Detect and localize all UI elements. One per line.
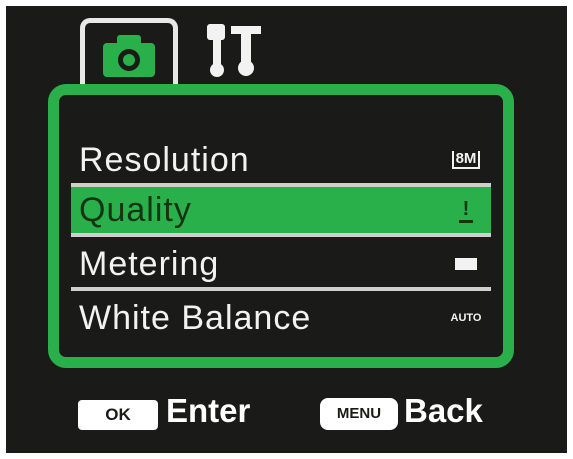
menu-panel: Resolution 8M Quality ! Metering White B… — [48, 84, 514, 368]
enter-hint: Enter — [166, 392, 251, 429]
tab-settings[interactable] — [201, 20, 271, 90]
menu-item-white-balance[interactable]: White Balance AUTO — [71, 293, 491, 343]
back-hint: Back — [404, 392, 483, 429]
menu-item-label: Quality — [79, 190, 192, 229]
camera-icon — [103, 35, 155, 77]
white-balance-auto-icon: AUTO — [450, 312, 482, 324]
settings-wrench-icon — [207, 24, 261, 77]
resolution-8m-icon: 8M — [441, 143, 491, 177]
camera-menu-screen: Resolution 8M Quality ! Metering White B… — [6, 6, 567, 453]
quality-fine-icon: ! — [441, 193, 491, 227]
menu-item-label: Resolution — [79, 140, 250, 179]
menu-item-metering[interactable]: Metering — [71, 241, 491, 291]
menu-item-quality[interactable]: Quality ! — [71, 187, 491, 237]
metering-average-icon — [441, 247, 491, 281]
menu-item-label: White Balance — [79, 298, 312, 337]
ok-key-badge: OK — [78, 400, 158, 430]
menu-item-label: Metering — [79, 244, 220, 283]
tab-camera[interactable] — [80, 18, 178, 88]
menu-item-resolution[interactable]: Resolution 8M — [71, 137, 491, 187]
menu-key-badge: MENU — [320, 398, 398, 430]
